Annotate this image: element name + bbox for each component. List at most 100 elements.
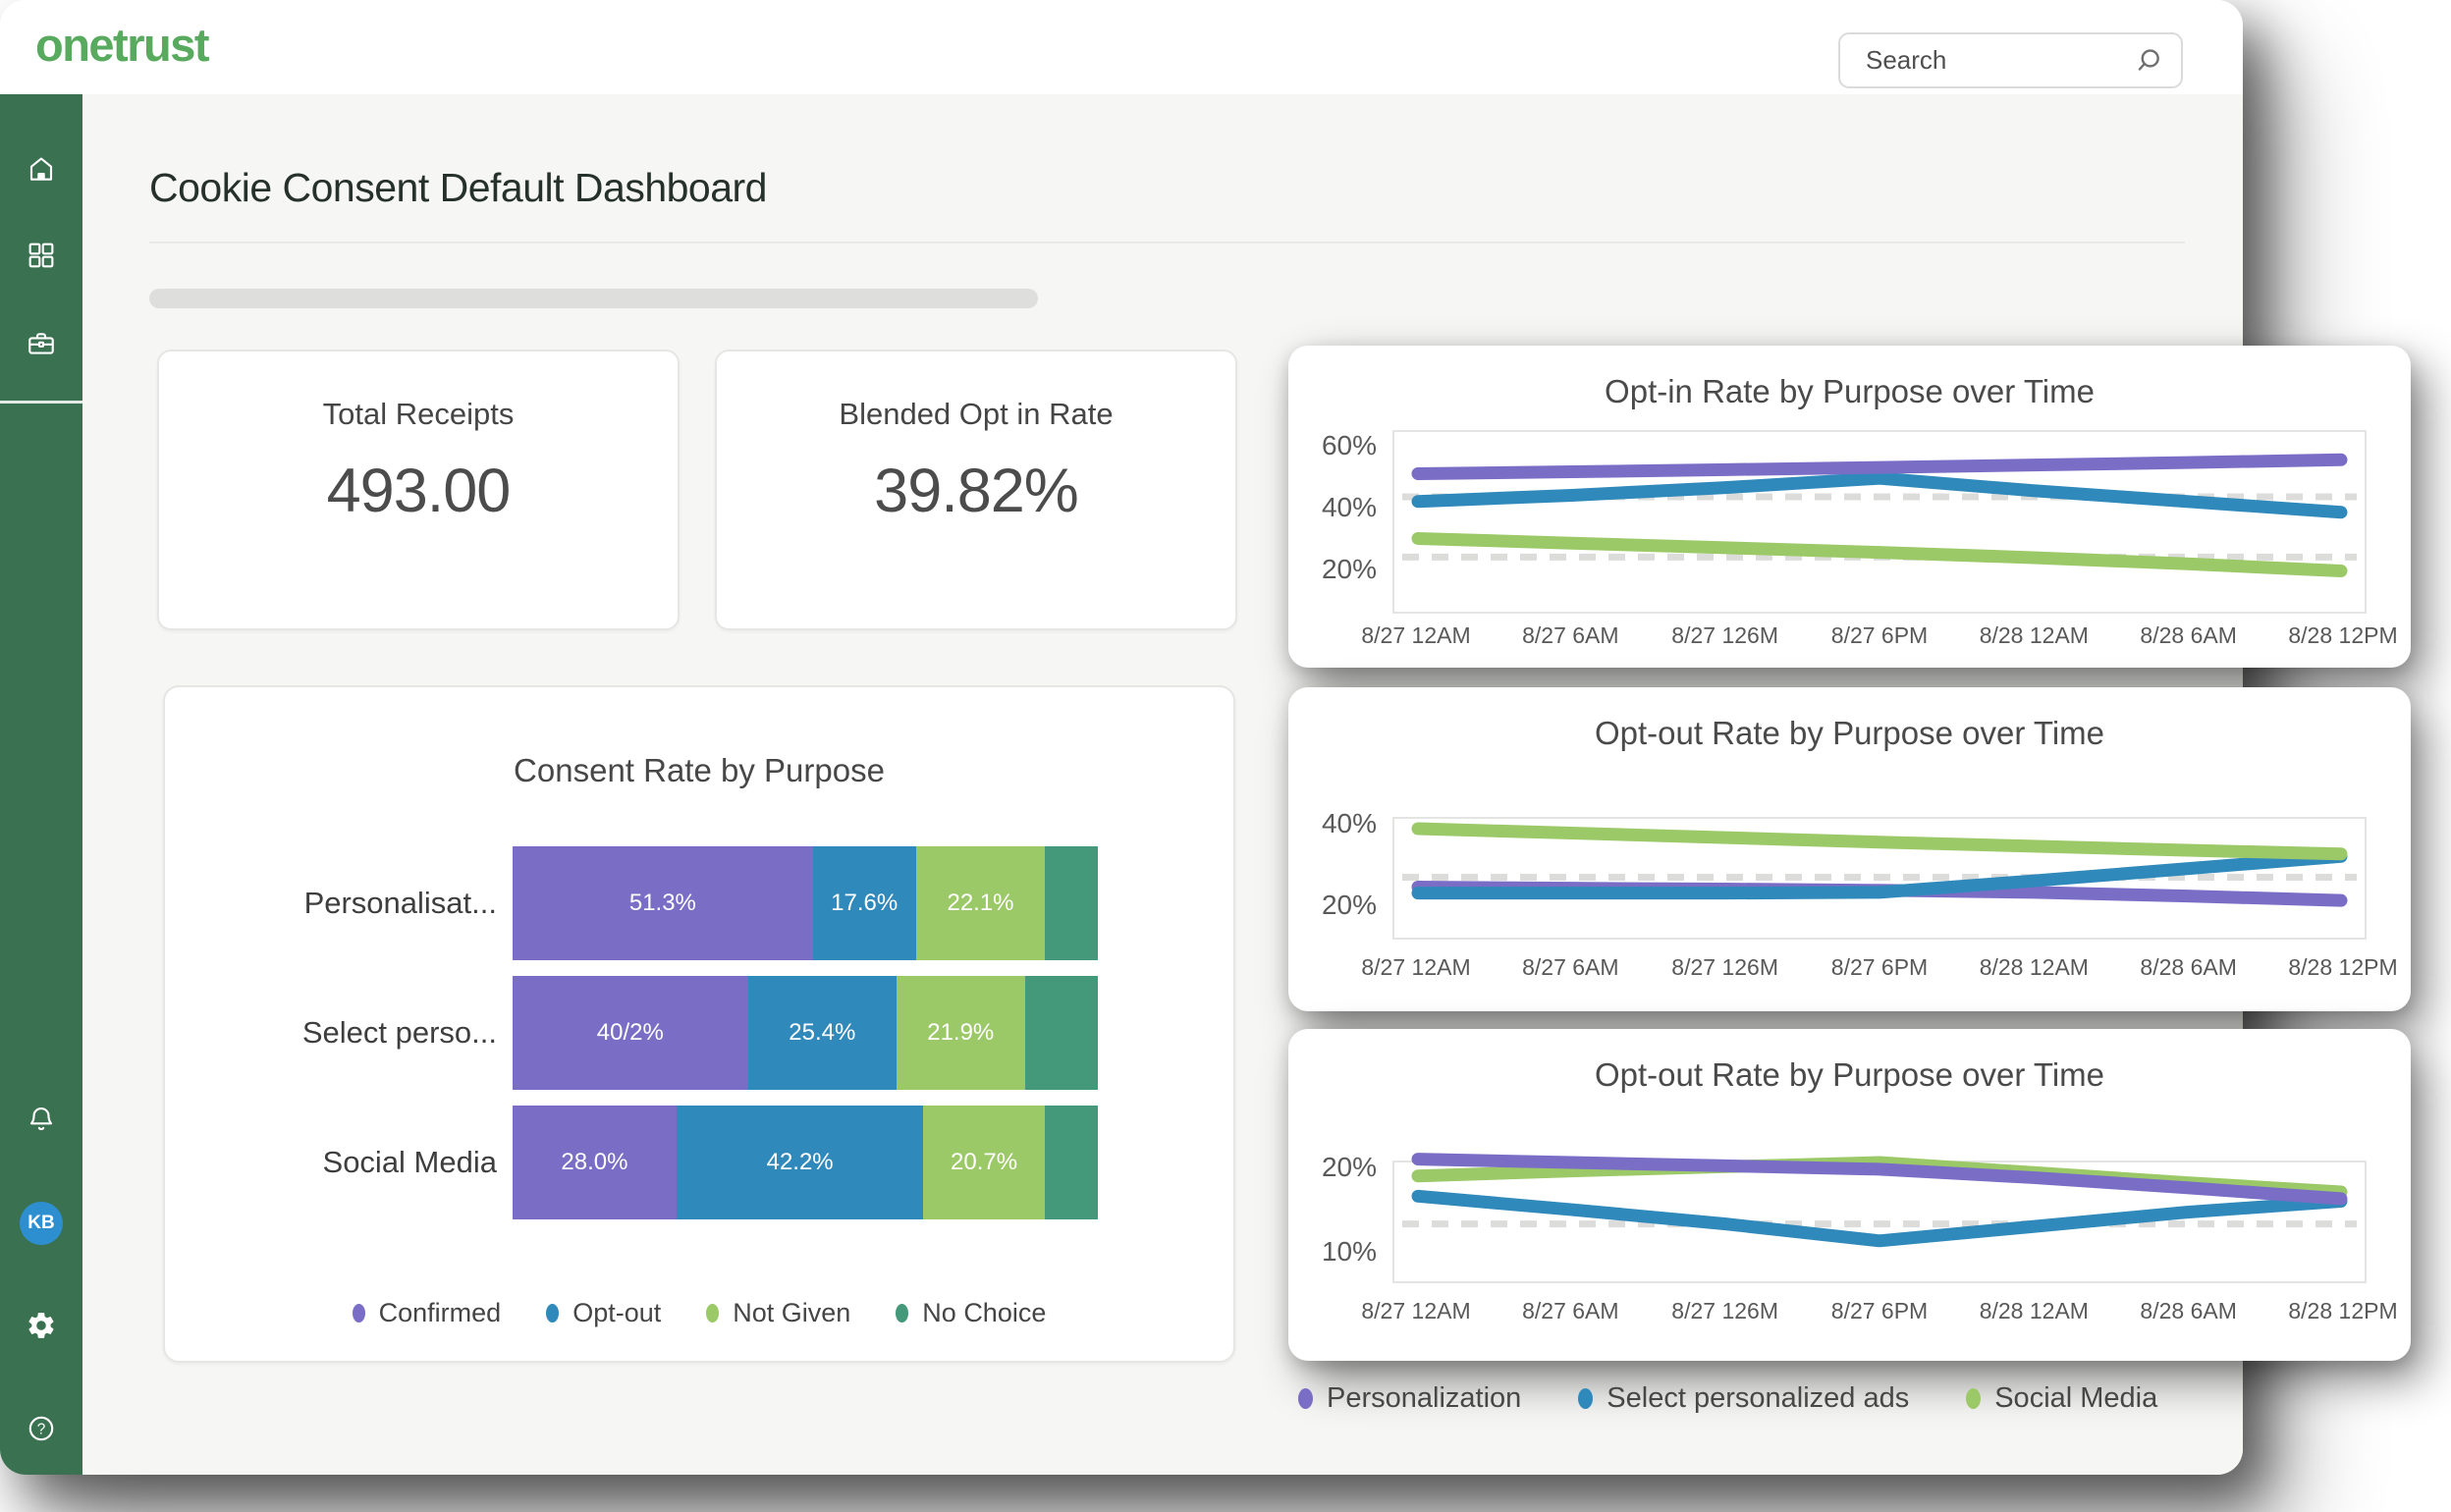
not-given-dot-icon [706, 1304, 719, 1323]
x-axis-label: 8/27 6AM [1522, 1298, 1618, 1324]
series-line-blue [1418, 1196, 2341, 1240]
search-input[interactable] [1864, 44, 2132, 77]
legend-label: Select personalized ads [1607, 1382, 1909, 1415]
x-axis-label: 8/27 6AM [1522, 622, 1618, 649]
legend-item-no-choice: No Choice [896, 1298, 1046, 1328]
screenshot-stage: onetrust Cookie Consent Default Dashboar… [0, 0, 2451, 1512]
sidebar-item-help[interactable]: ? [20, 1407, 63, 1450]
sidebar-item-dashboards[interactable] [20, 234, 63, 277]
x-axis-label: 8/27 126M [1671, 622, 1778, 649]
x-axis-label: 8/28 12PM [2288, 622, 2397, 649]
page-title: Cookie Consent Default Dashboard [149, 165, 767, 211]
kpi-card-total-receipts: Total Receipts 493.00 [157, 350, 680, 630]
legend-item-social-media: Social Media [1966, 1382, 2157, 1415]
personalization-dot-icon [1298, 1388, 1313, 1409]
line-chart-canvas [1394, 1162, 2365, 1281]
y-axis-tick: 60% [1322, 430, 1377, 461]
consent-row-label: Personalisat... [165, 846, 513, 960]
bar-segment-green: 22.1% [916, 846, 1046, 960]
bar-segment-purple: 40/2% [513, 976, 748, 1090]
kpi-value: 39.82% [717, 456, 1235, 526]
time-series-legend: Personalization Select personalized ads … [1298, 1382, 2157, 1415]
series-line-purple [1418, 459, 2341, 473]
x-axis: 8/27 12AM8/27 6AM8/27 126M8/27 6PM8/28 1… [1392, 1298, 2367, 1327]
bar-segment-purple: 28.0% [513, 1106, 677, 1219]
consent-row-label: Social Media [165, 1106, 513, 1219]
x-axis: 8/27 12AM8/27 6AM8/27 126M8/27 6PM8/28 1… [1392, 954, 2367, 984]
legend-label: Personalization [1327, 1382, 1521, 1415]
legend-label: Opt-out [572, 1298, 661, 1328]
line-chart-canvas [1394, 432, 2365, 612]
consent-row: Social Media28.0%42.2%20.7% [165, 1106, 1233, 1219]
chart-title: Opt-out Rate by Purpose over Time [1288, 715, 2411, 752]
avatar: KB [20, 1202, 63, 1245]
x-axis-label: 8/27 12AM [1361, 622, 1470, 649]
line-chart-canvas [1394, 819, 2365, 938]
search-box[interactable] [1838, 32, 2183, 88]
sidebar-item-workspace[interactable] [20, 322, 63, 365]
x-axis-label: 8/28 6AM [2140, 622, 2236, 649]
sidebar-item-notifications[interactable] [20, 1098, 63, 1141]
x-axis-label: 8/27 6AM [1522, 954, 1618, 981]
consent-row: Personalisat...51.3%17.6%22.1% [165, 846, 1233, 960]
chart-title: Opt-out Rate by Purpose over Time [1288, 1056, 2411, 1094]
sidebar-item-settings[interactable] [20, 1304, 63, 1347]
x-axis-label: 8/28 12PM [2288, 954, 2397, 981]
kpi-label: Blended Opt in Rate [717, 397, 1235, 432]
kpi-value: 493.00 [159, 456, 678, 526]
legend-item-confirmed: Confirmed [353, 1298, 502, 1328]
gear-icon [26, 1310, 57, 1341]
search-icon[interactable] [2132, 44, 2165, 78]
loading-bar [149, 289, 1038, 308]
legend-label: Social Media [1994, 1382, 2157, 1415]
legend-label: No Choice [922, 1298, 1046, 1328]
y-axis-tick: 40% [1322, 492, 1377, 523]
sidebar-divider [0, 401, 82, 404]
consent-bar-chart: Personalisat...51.3%17.6%22.1% Select per… [165, 846, 1233, 1235]
bar-segment-teal [1025, 976, 1099, 1090]
top-bar: onetrust [0, 0, 2243, 94]
opt-out-dot-icon [546, 1304, 559, 1323]
bar-segment-teal [1045, 846, 1098, 960]
consent-row-label: Select perso... [165, 976, 513, 1090]
opt-out-rate-plot-2: 20%10% [1392, 1161, 2367, 1283]
opt-out-rate-card-2: Opt-out Rate by Purpose over Time 20%10%… [1288, 1029, 2411, 1361]
x-axis-label: 8/27 6PM [1831, 954, 1928, 981]
bell-icon [26, 1104, 57, 1135]
sidebar-user-avatar[interactable]: KB [20, 1202, 63, 1245]
bar-segment-purple: 51.3% [513, 846, 813, 960]
opt-in-rate-plot: 60%40%20% [1392, 430, 2367, 614]
bar-segment-blue: 42.2% [677, 1106, 924, 1219]
bar-segment-blue: 17.6% [813, 846, 916, 960]
social-media-dot-icon [1966, 1388, 1981, 1409]
x-axis-label: 8/28 12AM [1980, 622, 2089, 649]
x-axis-label: 8/27 12AM [1361, 1298, 1470, 1324]
sidebar-item-home[interactable] [20, 147, 63, 190]
kpi-card-blended-opt-in-rate: Blended Opt in Rate 39.82% [715, 350, 1237, 630]
title-divider [149, 242, 2185, 243]
svg-text:?: ? [37, 1422, 46, 1438]
x-axis-label: 8/27 12AM [1361, 954, 1470, 981]
consent-legend: Confirmed Opt-out Not Given No Choice [165, 1298, 1233, 1328]
onetrust-logo: onetrust [35, 12, 208, 79]
x-axis-label: 8/28 6AM [2140, 954, 2236, 981]
consent-bar: 40/2%25.4%21.9% [513, 976, 1098, 1090]
consent-rate-card: Consent Rate by Purpose Personalisat...5… [163, 685, 1235, 1363]
x-axis-label: 8/28 12AM [1980, 1298, 2089, 1324]
y-axis-tick: 20% [1322, 554, 1377, 585]
bar-segment-blue: 25.4% [748, 976, 897, 1090]
legend-item-select-personalized-ads: Select personalized ads [1578, 1382, 1909, 1415]
legend-item-not-given: Not Given [706, 1298, 850, 1328]
chart-title: Opt-in Rate by Purpose over Time [1288, 373, 2411, 410]
sidebar-nav: KB ? [0, 94, 82, 1475]
opt-out-rate-plot-1: 40%20% [1392, 817, 2367, 940]
bar-segment-green: 20.7% [923, 1106, 1044, 1219]
x-axis-label: 8/28 6AM [2140, 1298, 2236, 1324]
x-axis-label: 8/27 126M [1671, 954, 1778, 981]
consent-row: Select perso...40/2%25.4%21.9% [165, 976, 1233, 1090]
y-axis-tick: 20% [1322, 890, 1377, 921]
series-line-green [1418, 829, 2341, 854]
briefcase-icon [26, 328, 57, 359]
consent-bar: 28.0%42.2%20.7% [513, 1106, 1098, 1219]
home-icon [26, 153, 57, 185]
